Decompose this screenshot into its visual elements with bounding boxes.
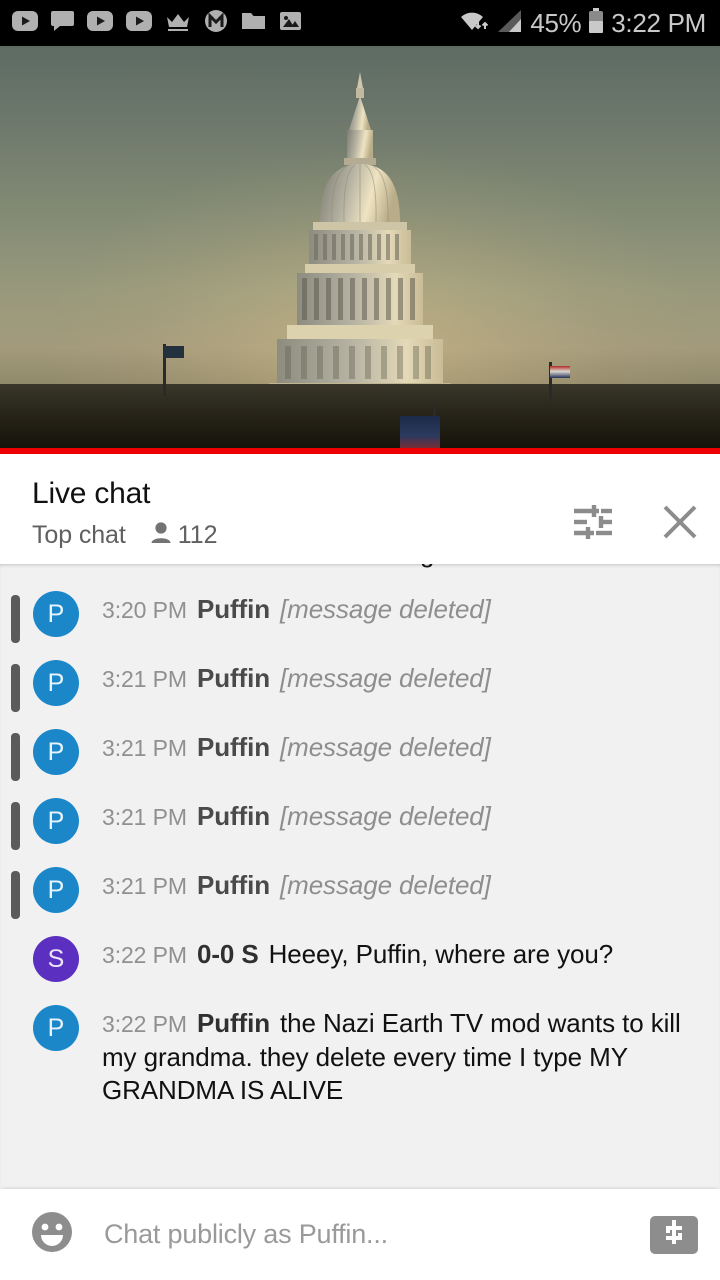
- deleted-indicator-bar: [11, 802, 20, 850]
- page-title: Live chat: [32, 477, 151, 510]
- avatar[interactable]: P: [33, 1005, 79, 1051]
- avatar[interactable]: P: [33, 867, 79, 913]
- chat-header-text: Live chat Top chat 112: [32, 476, 572, 550]
- chat-mode-label[interactable]: Top chat: [32, 521, 126, 550]
- chat-input-bar: [0, 1189, 720, 1280]
- message-timestamp: 3:21 PM: [102, 804, 187, 830]
- avatar-letter: P: [47, 875, 65, 904]
- crown-icon: [165, 11, 191, 36]
- status-bar: 45% 3:22 PM: [0, 0, 720, 46]
- message-timestamp: 3:20 PM: [102, 597, 187, 623]
- m-circle-icon: [204, 9, 228, 38]
- avatar[interactable]: P: [33, 660, 79, 706]
- deleted-indicator-bar: [11, 664, 20, 712]
- live-chat-header: Live chat Top chat 112: [0, 454, 720, 564]
- message-author[interactable]: Puffin: [197, 870, 270, 900]
- deleted-indicator-bar: [11, 733, 20, 781]
- partial-message-text: g: [420, 564, 434, 569]
- avatar[interactable]: P: [33, 798, 79, 844]
- status-bar-clock: 3:22 PM: [611, 7, 706, 38]
- chat-message-row[interactable]: P 3:20 PM Puffin [message deleted]: [0, 578, 720, 647]
- folder-icon: [241, 10, 266, 36]
- chat-input[interactable]: [104, 1219, 640, 1250]
- chat-message-body: 3:22 PM Puffin the Nazi Earth TV mod wants…: [102, 1002, 690, 1107]
- youtube-icon: [126, 10, 152, 36]
- viewer-count-group: 112: [150, 521, 218, 550]
- avatar-letter: P: [47, 1013, 65, 1042]
- superchat-button[interactable]: [650, 1215, 698, 1254]
- flag-center: [400, 416, 440, 452]
- chat-message-row[interactable]: P 3:21 PM Puffin [message deleted]: [0, 785, 720, 854]
- chat-message-body: 3:20 PM Puffin [message deleted]: [102, 588, 491, 627]
- partial-scrolled-message: g: [0, 564, 720, 578]
- wifi-icon: [458, 8, 490, 38]
- message-author[interactable]: Puffin: [197, 801, 270, 831]
- dollar-icon: [661, 1218, 687, 1251]
- message-text: [message deleted]: [280, 870, 491, 900]
- chat-message-body: 3:21 PM Puffin [message deleted]: [102, 657, 491, 696]
- chat-message-list[interactable]: g P 3:20 PM Puffin [message deleted] P 3:2…: [0, 564, 720, 1189]
- live-video-player[interactable]: [0, 46, 720, 454]
- youtube-icon: [87, 10, 113, 36]
- close-icon[interactable]: [660, 502, 700, 547]
- message-text: [message deleted]: [280, 801, 491, 831]
- avatar-letter: P: [47, 806, 65, 835]
- message-text: [message deleted]: [280, 594, 491, 624]
- message-timestamp: 3:21 PM: [102, 873, 187, 899]
- chat-message-body: 3:21 PM Puffin [message deleted]: [102, 795, 491, 834]
- viewer-count: 112: [177, 521, 218, 549]
- chat-bubble-icon: [51, 10, 74, 37]
- avatar-letter: S: [47, 944, 65, 973]
- message-author[interactable]: 0-0 S: [197, 939, 259, 969]
- flag-left: [164, 346, 184, 358]
- avatar-letter: P: [47, 599, 65, 628]
- deleted-indicator-bar: [11, 595, 20, 643]
- message-author[interactable]: Puffin: [197, 663, 270, 693]
- battery-percent-label: 45%: [530, 7, 582, 38]
- chat-message-row[interactable]: P 3:21 PM Puffin [message deleted]: [0, 647, 720, 716]
- chat-message-body: 3:21 PM Puffin [message deleted]: [102, 864, 491, 903]
- status-bar-system-icons: 45% 3:22 PM: [458, 7, 706, 39]
- signal-bars-icon: [497, 9, 523, 38]
- message-text: [message deleted]: [280, 663, 491, 693]
- message-author[interactable]: Puffin: [197, 732, 270, 762]
- chat-message-body: 3:21 PM Puffin [message deleted]: [102, 726, 491, 765]
- message-author[interactable]: Puffin: [197, 594, 270, 624]
- chat-subheader: Top chat 112: [32, 521, 572, 550]
- message-timestamp: 3:22 PM: [102, 942, 187, 968]
- avatar-letter: P: [47, 737, 65, 766]
- status-bar-notification-icons: [12, 9, 302, 38]
- chat-message-row[interactable]: P 3:22 PM Puffin the Nazi Earth TV mod wan…: [0, 992, 720, 1117]
- avatar-letter: P: [47, 668, 65, 697]
- chat-message-row[interactable]: P 3:21 PM Puffin [message deleted]: [0, 716, 720, 785]
- message-text: [message deleted]: [280, 732, 491, 762]
- chat-header-actions: [572, 476, 700, 547]
- chat-message-body: 3:22 PM 0-0 S Heeey, Puffin, where are you…: [102, 933, 613, 972]
- capitol-building-illustration: [269, 72, 451, 402]
- message-text: Heeey, Puffin, where are you?: [268, 939, 614, 969]
- person-icon: [150, 521, 172, 550]
- tune-icon[interactable]: [572, 503, 614, 546]
- message-timestamp: 3:22 PM: [102, 1011, 187, 1037]
- avatar[interactable]: P: [33, 729, 79, 775]
- image-icon: [279, 10, 302, 37]
- avatar[interactable]: S: [33, 936, 79, 982]
- message-timestamp: 3:21 PM: [102, 735, 187, 761]
- chat-message-row[interactable]: S 3:22 PM 0-0 S Heeey, Puffin, where are y…: [0, 923, 720, 992]
- flag-right: [550, 366, 570, 378]
- chat-message-row[interactable]: P 3:21 PM Puffin [message deleted]: [0, 854, 720, 923]
- avatar[interactable]: P: [33, 591, 79, 637]
- battery-icon: [588, 7, 604, 39]
- foreground-ground: [0, 384, 720, 454]
- deleted-indicator-bar: [11, 871, 20, 919]
- message-author[interactable]: Puffin: [197, 1008, 270, 1038]
- emoji-smiley-icon[interactable]: [28, 1208, 76, 1261]
- message-text: the Nazi Earth TV mod wants to kill my g…: [102, 1008, 681, 1105]
- youtube-icon: [12, 10, 38, 36]
- youtube-live-chat-screen: 45% 3:22 PM Live chat Top chat 112 P 3:2…: [0, 0, 720, 1280]
- message-timestamp: 3:21 PM: [102, 666, 187, 692]
